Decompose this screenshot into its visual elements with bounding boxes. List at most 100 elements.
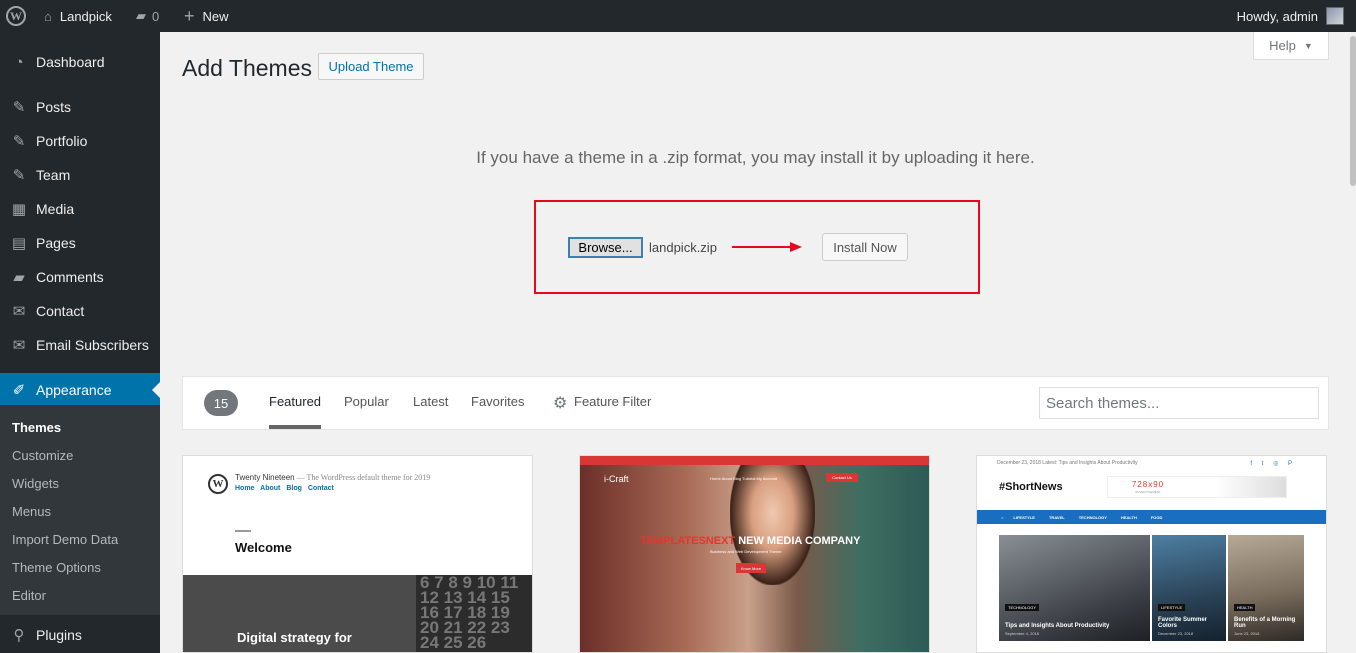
post-tag: TECHNOLOGY xyxy=(1005,604,1040,611)
preview-topbar xyxy=(580,456,929,465)
sidebar-item-pages[interactable]: ▤ Pages xyxy=(0,226,160,260)
avatar xyxy=(1326,7,1344,25)
browse-button[interactable]: Browse... xyxy=(568,237,643,258)
tab-featured[interactable]: Featured xyxy=(269,394,321,409)
preview-nav: Home About Blog Tutorial My Account xyxy=(710,476,778,481)
caret-down-icon: ▼ xyxy=(1303,40,1313,51)
preview-nav-item: HEALTH xyxy=(1120,514,1137,520)
theme-card-shortnews[interactable]: December 23, 2018 Latest: Tips and Insig… xyxy=(976,455,1327,653)
pages-icon: ▤ xyxy=(11,235,27,252)
preview-logo: i-Craft xyxy=(604,474,629,484)
preview-nav-item: FOOD xyxy=(1150,514,1163,520)
sidebar-item-portfolio[interactable]: ✎ Portfolio xyxy=(0,124,160,158)
install-now-button[interactable]: Install Now xyxy=(822,233,908,261)
sidebar-item-posts[interactable]: ✎ Posts xyxy=(0,90,160,124)
sidebar-item-email-subscribers[interactable]: ✉ Email Subscribers xyxy=(0,328,160,362)
preview-nav: Home About Blog Contact xyxy=(235,485,338,492)
account-menu[interactable]: Howdy, admin xyxy=(1237,0,1344,32)
preview-nav-item: Blog xyxy=(286,485,302,492)
brush-icon: ✐ xyxy=(12,382,26,399)
theme-card-twenty-nineteen[interactable]: W Twenty Nineteen — The WordPress defaul… xyxy=(182,455,533,653)
sidebar-item-team[interactable]: ✎ Team xyxy=(0,158,160,192)
sidebar-item-label: Posts xyxy=(36,99,72,115)
sidebar-item-label: Appearance xyxy=(36,382,112,398)
sidebar-item-media[interactable]: ▦ Media xyxy=(0,192,160,226)
post-tile: TECHNOLOGY Tips and Insights About Produ… xyxy=(999,535,1150,641)
preview-nav: ⌂ LIFESTYLE TRAVEL TECHNOLOGY HEALTH FOO… xyxy=(977,510,1326,524)
plus-icon: + xyxy=(184,5,195,26)
plugin-icon: ⚲ xyxy=(13,627,25,644)
comment-icon: ▰ xyxy=(13,269,25,286)
submenu-item-customize[interactable]: Customize xyxy=(12,448,73,463)
preview-nav-item: LIFESTYLE xyxy=(1013,514,1035,520)
preview-nav-item: Home xyxy=(235,485,255,492)
site-name-link[interactable]: ⌂ Landpick xyxy=(44,0,112,32)
howdy-label: Howdy, admin xyxy=(1236,8,1318,24)
post-date: June 23, 2018 xyxy=(1234,631,1260,636)
post-date: September 4, 2018 xyxy=(1005,631,1040,636)
preview-cta-button: Know More xyxy=(736,563,766,573)
upload-theme-button[interactable]: Upload Theme xyxy=(318,53,424,80)
scrollbar-thumb[interactable] xyxy=(1350,36,1356,186)
upload-description: If you have a theme in a .zip format, yo… xyxy=(476,148,1035,167)
wordpress-logo-icon[interactable]: W xyxy=(6,0,30,32)
submenu-item-import-demo-data[interactable]: Import Demo Data xyxy=(12,532,118,547)
site-name-label: Landpick xyxy=(59,8,112,24)
mail-icon: ✉ xyxy=(12,303,26,320)
divider xyxy=(235,530,251,532)
active-tab-underline xyxy=(269,425,321,429)
tab-favorites[interactable]: Favorites xyxy=(471,394,524,409)
gear-icon[interactable]: ⚙ xyxy=(553,393,567,413)
preview-subtitle: Business and Web Development Theme xyxy=(710,549,782,554)
pin-icon: ✎ xyxy=(12,133,26,150)
new-content-link[interactable]: + New xyxy=(184,0,229,32)
submenu-item-menus[interactable]: Menus xyxy=(12,504,51,519)
comment-icon: ▰ xyxy=(136,8,146,23)
preview-headline: TEMPLATESNEXT NEW MEDIA COMPANY xyxy=(640,535,860,547)
theme-count-badge: 15 xyxy=(204,390,238,416)
preview-headline: Digital strategy for xyxy=(237,630,352,645)
preview-dark-section: 6 7 8 9 10 11 12 13 14 15 16 17 18 19 20… xyxy=(183,574,532,652)
theme-card-i-craft[interactable]: i-Craft Home About Blog Tutorial My Acco… xyxy=(579,455,930,653)
sidebar-item-plugins[interactable]: ⚲ Plugins xyxy=(0,618,160,652)
preview-logo: #ShortNews xyxy=(999,481,1063,493)
sidebar-item-dashboard[interactable]: ◔ Dashboard xyxy=(0,45,160,79)
tab-popular[interactable]: Popular xyxy=(344,394,389,409)
help-label: Help xyxy=(1269,38,1296,53)
preview-topline: December 23, 2018 Latest: Tips and Insig… xyxy=(997,460,1138,466)
wordpress-logo-icon: W xyxy=(208,474,228,494)
pin-icon: ✎ xyxy=(12,167,26,184)
calendar-image: 6 7 8 9 10 11 12 13 14 15 16 17 18 19 20… xyxy=(416,574,532,652)
comments-link[interactable]: ▰ 0 xyxy=(136,0,159,32)
sidebar-item-contact[interactable]: ✉ Contact xyxy=(0,294,160,328)
page-title: Add Themes xyxy=(182,55,312,81)
sidebar-item-label: Contact xyxy=(36,303,85,319)
help-button[interactable]: Help ▼ xyxy=(1253,32,1329,60)
submenu-item-widgets[interactable]: Widgets xyxy=(12,476,59,491)
ad-banner: 728x90 ADVERTISEMENT xyxy=(1107,476,1287,498)
sidebar-item-appearance[interactable]: ✐ Appearance xyxy=(0,373,160,407)
arrow-head-icon xyxy=(790,242,802,252)
feature-filter-button[interactable]: Feature Filter xyxy=(574,394,651,409)
submenu-item-themes[interactable]: Themes xyxy=(12,420,61,435)
sidebar-item-label: Pages xyxy=(36,235,76,251)
home-icon: ⌂ xyxy=(1001,514,1004,520)
tab-latest[interactable]: Latest xyxy=(413,394,448,409)
preview-welcome: Welcome xyxy=(235,540,292,555)
post-title: Benefits of a Morning Run xyxy=(1234,617,1296,629)
brand-text: TEMPLATESNEXT xyxy=(640,535,736,547)
sidebar-item-label: Email Subscribers xyxy=(36,337,149,353)
sidebar-item-label: Media xyxy=(36,201,75,217)
search-themes-input[interactable] xyxy=(1039,387,1319,419)
mail-icon: ✉ xyxy=(12,337,26,354)
preview-nav-item: Contact xyxy=(307,485,334,492)
post-tag: LIFESTYLE xyxy=(1158,604,1186,611)
preview-nav-item: TRAVEL xyxy=(1048,514,1065,520)
submenu-item-theme-options[interactable]: Theme Options xyxy=(12,560,101,575)
admin-bar: W ⌂ Landpick ▰ 0 + New Howdy, admin xyxy=(0,0,1356,32)
new-label: New xyxy=(202,8,229,24)
submenu-item-editor[interactable]: Editor xyxy=(12,588,46,603)
tagline: — The WordPress default theme for 2019 xyxy=(294,473,431,482)
social-icons: f t ◎ P xyxy=(1250,461,1296,467)
sidebar-item-comments[interactable]: ▰ Comments xyxy=(0,260,160,294)
